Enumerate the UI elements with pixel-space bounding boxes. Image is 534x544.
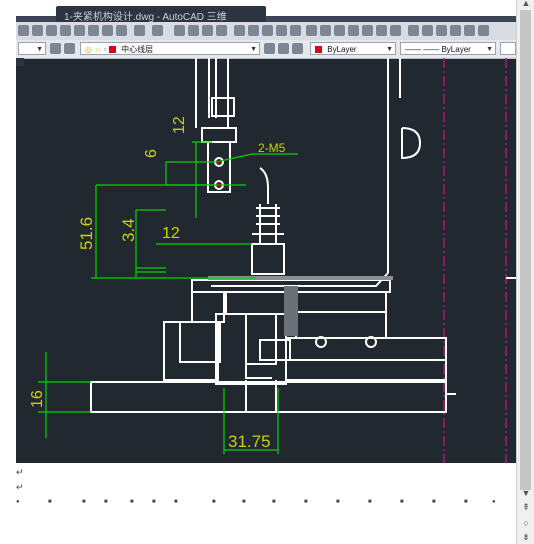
convert-text-icon[interactable] <box>390 25 401 36</box>
cut-icon[interactable] <box>88 25 99 36</box>
word-page: 1-夹紧机构设计.dwg - AutoCAD 三维 ▼ ◎ ☼ ▫ 中心线层 ▼… <box>0 0 516 544</box>
chevron-down-icon: ▼ <box>486 46 493 53</box>
cad-toolbar-layers: ▼ ◎ ☼ ▫ 中心线层 ▼ ByLayer ▼ —— —— ByLayer ▼ <box>16 40 516 59</box>
part-outline <box>90 58 516 413</box>
annotation-scale-icon[interactable] <box>408 25 419 36</box>
linetype-dropdown[interactable]: —— —— ByLayer ▼ <box>400 42 496 55</box>
text-mask-icon[interactable] <box>464 25 475 36</box>
properties-icon[interactable] <box>234 25 245 36</box>
scale-text-icon[interactable] <box>362 25 373 36</box>
zoom-icon[interactable] <box>188 25 199 36</box>
chevron-down-icon: ▼ <box>36 46 43 53</box>
scroll-thumb[interactable] <box>520 10 531 490</box>
color-dropdown[interactable]: ByLayer ▼ <box>310 42 396 55</box>
scroll-down-icon[interactable]: ▼ <box>520 488 532 498</box>
make-current-icon[interactable] <box>264 43 275 54</box>
paragraph-mark: ↵ <box>16 467 24 477</box>
lightbulb-icon: ◎ <box>85 45 92 54</box>
dimension-lines <box>38 141 298 454</box>
linetype-sample: —— —— <box>405 45 442 54</box>
workspace-dropdown[interactable]: ▼ <box>18 42 46 55</box>
print-icon[interactable] <box>74 25 85 36</box>
sun-icon: ☼ <box>94 45 102 54</box>
text-line: ● ■ ■ ■ ■ ■ ■ ■ ■ ■ ■ ■ ■ ■ ■ ■ ● <box>16 499 496 505</box>
window-title: 1-夹紧机构设计.dwg - AutoCAD 三维 <box>64 12 227 23</box>
color-swatch <box>315 46 322 54</box>
redo-icon[interactable] <box>152 25 163 36</box>
next-page-icon[interactable]: ⇟ <box>520 532 532 543</box>
save-icon[interactable] <box>60 25 71 36</box>
dim-m5: 2-M5 <box>258 141 286 155</box>
find-text-icon[interactable] <box>334 25 345 36</box>
drawing-canvas[interactable]: 12 6 2-M5 51.6 3.4 12 16 31.75 <box>16 58 516 463</box>
cad-screenshot: 1-夹紧机构设计.dwg - AutoCAD 三维 ▼ ◎ ☼ ▫ 中心线层 ▼… <box>16 0 516 463</box>
browse-object-icon[interactable]: ○ <box>520 518 532 528</box>
dim-12-top: 12 <box>171 116 188 134</box>
dim-16: 16 <box>29 390 46 408</box>
linetype-value: ByLayer <box>441 45 471 54</box>
hatch <box>284 286 298 336</box>
scroll-up-icon[interactable]: ▲ <box>520 0 532 8</box>
spell-check-icon[interactable] <box>348 25 359 36</box>
multiline-text-icon[interactable] <box>320 25 331 36</box>
text-height-icon[interactable] <box>436 25 447 36</box>
prev-page-icon[interactable]: ⇞ <box>520 502 532 513</box>
layer-dropdown[interactable]: ◎ ☼ ▫ 中心线层 ▼ <box>80 42 260 55</box>
zoom-previous-icon[interactable] <box>216 25 227 36</box>
layer-manager-icon[interactable] <box>50 43 61 54</box>
dim-51-6: 51.6 <box>77 217 96 250</box>
layer-previous-icon[interactable] <box>278 43 289 54</box>
open-icon[interactable] <box>46 25 57 36</box>
text-style-icon[interactable] <box>306 25 317 36</box>
cad-toolbar-standard <box>16 22 516 41</box>
vertical-scrollbar[interactable]: ▲ ▼ ⇞ ○ ⇟ <box>516 0 534 544</box>
dim-6: 6 <box>143 149 160 158</box>
layer-state-icon[interactable] <box>64 43 75 54</box>
dim-31-75: 31.75 <box>228 432 271 451</box>
copy-icon[interactable] <box>102 25 113 36</box>
tool-palette-icon[interactable] <box>262 25 273 36</box>
menu-icon[interactable] <box>18 25 29 36</box>
layer-name: 中心线层 <box>121 45 154 54</box>
dimension-text: 12 6 2-M5 51.6 3.4 12 16 31.75 <box>29 116 286 451</box>
paragraph-mark: ↵ <box>16 482 24 492</box>
lineweight-dropdown[interactable] <box>500 42 516 55</box>
chevron-down-icon: ▼ <box>386 46 393 53</box>
text-edit-icon[interactable] <box>450 25 461 36</box>
text-align-icon[interactable] <box>422 25 433 36</box>
text-arc-icon[interactable] <box>478 25 489 36</box>
dim-12-mid: 12 <box>162 225 180 242</box>
help-icon[interactable] <box>290 25 301 36</box>
chevron-down-icon: ▼ <box>250 46 257 53</box>
layer-color-swatch <box>108 46 116 54</box>
pan-icon[interactable] <box>174 25 185 36</box>
color-value: ByLayer <box>327 45 357 54</box>
layer-isolate-icon[interactable] <box>292 43 303 54</box>
justify-text-icon[interactable] <box>376 25 387 36</box>
new-icon[interactable] <box>32 25 43 36</box>
dim-3-4: 3.4 <box>119 218 138 242</box>
zoom-window-icon[interactable] <box>202 25 213 36</box>
undo-icon[interactable] <box>134 25 145 36</box>
lock-icon: ▫ <box>103 45 107 54</box>
cad-title-bar: 1-夹紧机构设计.dwg - AutoCAD 三维 <box>16 0 516 23</box>
paste-icon[interactable] <box>116 25 127 36</box>
sheet-set-icon[interactable] <box>276 25 287 36</box>
design-center-icon[interactable] <box>248 25 259 36</box>
